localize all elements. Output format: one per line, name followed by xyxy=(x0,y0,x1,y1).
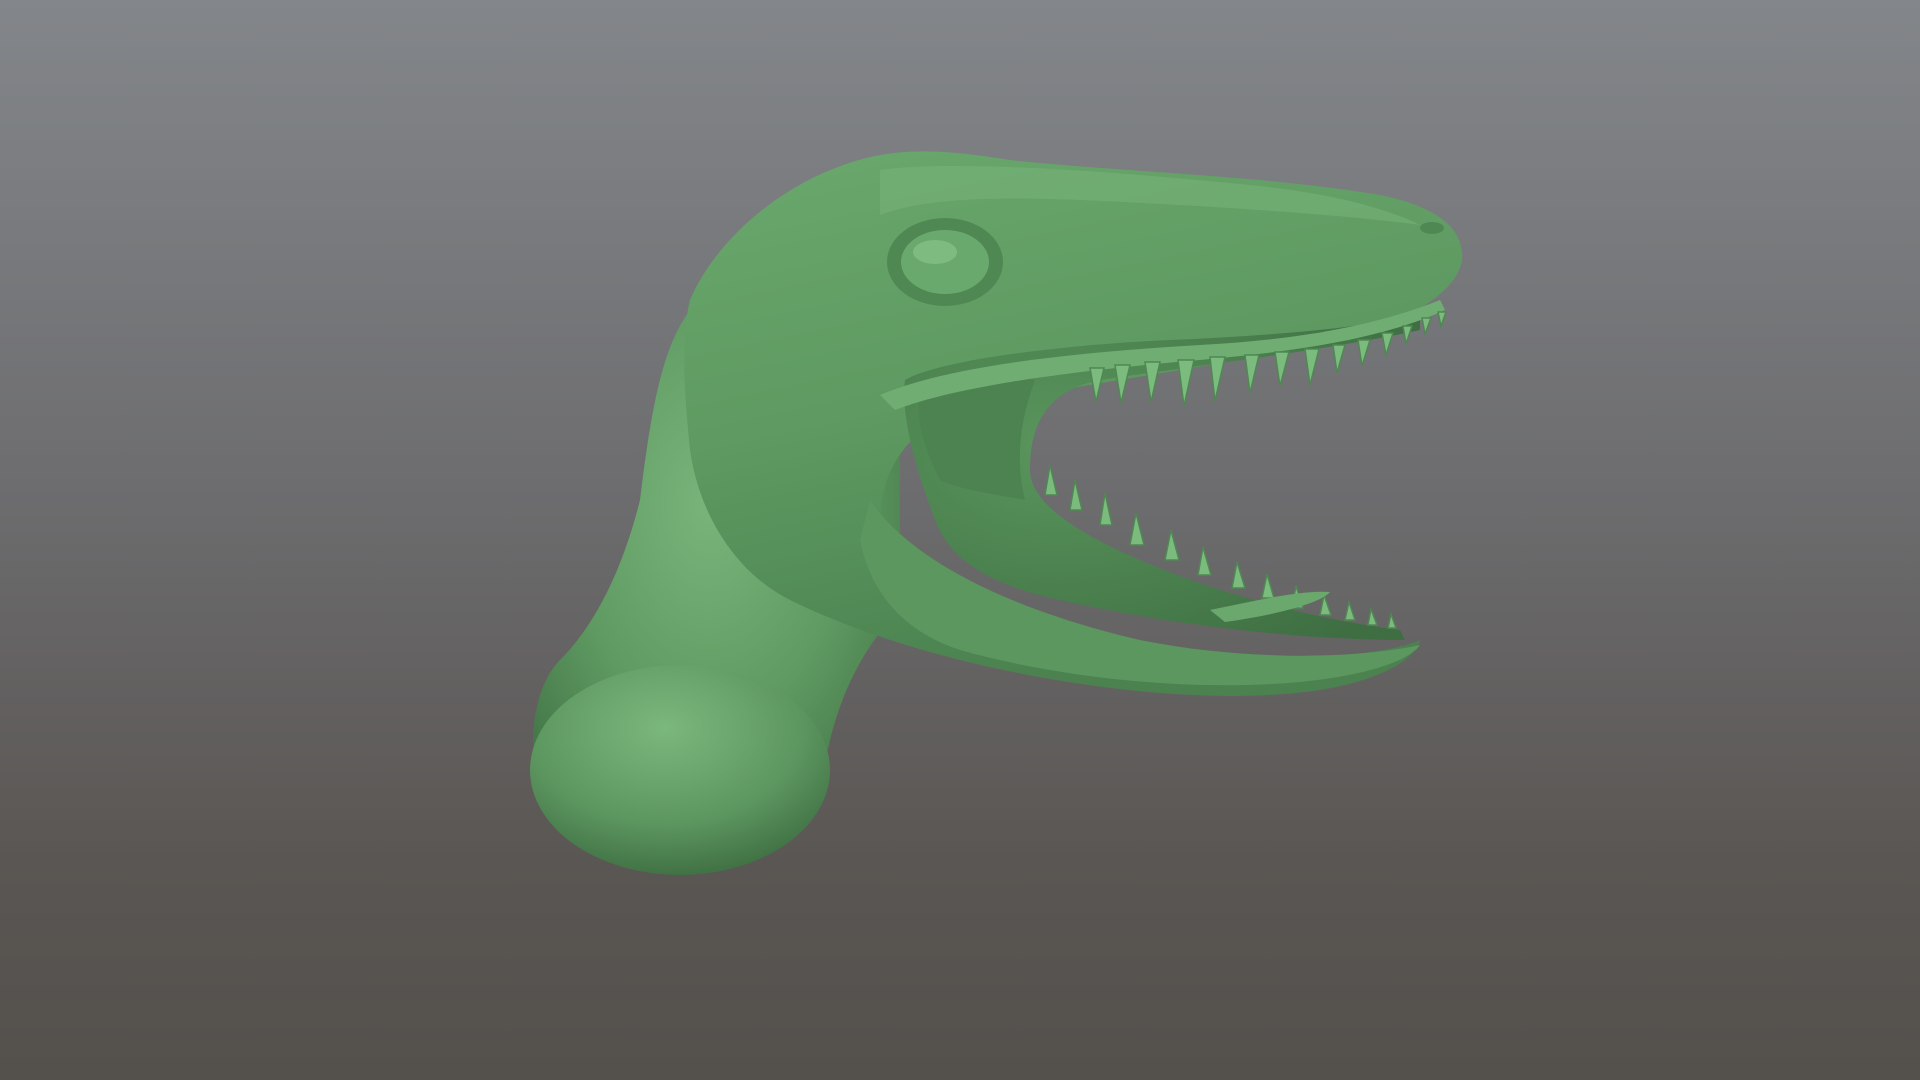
neck-base xyxy=(530,665,830,875)
dinosaur-head-model xyxy=(530,151,1463,875)
eye-highlight xyxy=(913,240,957,264)
nostril xyxy=(1420,222,1444,234)
viewport-3d[interactable] xyxy=(0,0,1920,1080)
